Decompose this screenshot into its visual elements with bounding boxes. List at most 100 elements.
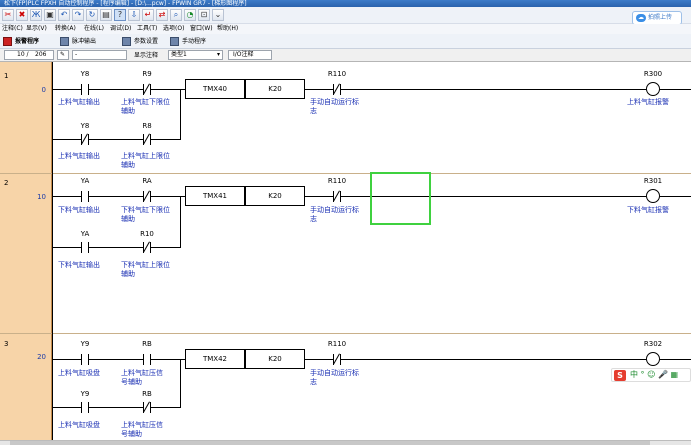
device-label: Y9	[80, 390, 90, 398]
menu-convert[interactable]: 转换(A)	[55, 24, 76, 34]
device-label: R110	[327, 177, 347, 185]
device-comment: 上料气缸输出	[58, 152, 100, 160]
timer-preset[interactable]: K20	[245, 186, 305, 206]
refresh-icon[interactable]: ↻	[86, 9, 98, 21]
horizontal-scrollbar[interactable]	[0, 440, 691, 445]
wire	[660, 196, 691, 197]
step-position-field[interactable]: 10 / 206	[4, 50, 54, 60]
tab-alarm-program[interactable]: 报警程序	[3, 36, 39, 47]
rung-number: 2	[4, 179, 9, 187]
output-coil[interactable]	[646, 352, 660, 366]
rung-separator	[0, 333, 691, 334]
undo-icon[interactable]: ↶	[58, 9, 70, 21]
comment-mode-icon[interactable]: ✎	[57, 50, 69, 60]
timer-instruction[interactable]: TMX41	[185, 186, 245, 206]
tab-pulse-output[interactable]: 脉冲输出	[60, 36, 96, 47]
contact-bar	[143, 354, 144, 365]
step-number: 0	[41, 86, 46, 94]
binary-icon[interactable]: Ж	[30, 9, 42, 21]
contact-bar	[340, 191, 341, 202]
menu-bar: 注释(C) 显示(V) 转换(A) 在线(L) 调试(D) 工具(T) 选项(O…	[0, 24, 691, 34]
wire	[52, 139, 180, 140]
device-comment: 下料气缸输出	[58, 206, 100, 214]
tab-parameter-settings[interactable]: 参数设置	[122, 36, 158, 47]
address-field[interactable]: -	[72, 50, 127, 60]
output-coil[interactable]	[646, 82, 660, 96]
wire	[52, 359, 185, 360]
menu-window[interactable]: 窗口(W)	[190, 24, 213, 34]
main-toolbar: ✂ ✖ Ж ▣ ↶ ↷ ↻ ▤ ? ⇩ ↵ ⇄ ⌕ ◔ ⊡ ⌄ ☁ 拍照上传	[0, 7, 691, 25]
device-label: Y9	[80, 340, 90, 348]
delete-icon[interactable]: ✖	[16, 9, 28, 21]
device-comment: 上料气缸压信 号辅助	[121, 369, 163, 386]
device-comment: 上料气缸报警	[627, 98, 669, 106]
contact-bar	[340, 354, 341, 365]
monitor-icon[interactable]: ▤	[100, 9, 112, 21]
contact-bar	[88, 354, 89, 365]
display-comment-label: 显示注释	[134, 52, 159, 59]
device-comment: 上料气缸吸盘	[58, 369, 100, 377]
device-comment: 上料气缸输出	[58, 98, 100, 106]
device-comment: 上料气缸吸盘	[58, 421, 100, 429]
chevron-down-icon: ▾	[216, 51, 220, 58]
program-icon	[60, 37, 69, 46]
scrollbar-thumb[interactable]	[10, 441, 650, 445]
compile-icon[interactable]: ▣	[44, 9, 56, 21]
jump-icon[interactable]: ↵	[142, 9, 154, 21]
output-coil[interactable]	[646, 189, 660, 203]
program-icon	[122, 37, 131, 46]
device-comment: 下料气缸报警	[627, 206, 669, 214]
arrow-down-icon[interactable]: ⇩	[128, 9, 140, 21]
io-comment-field[interactable]: I/O注释	[228, 50, 272, 60]
step-number: 20	[37, 353, 46, 361]
tab-manual-program[interactable]: 手动程序	[170, 36, 206, 47]
wire	[180, 359, 181, 408]
menu-tools[interactable]: 工具(T)	[137, 24, 157, 34]
comment-type-select[interactable]: 类型1 ▾	[168, 50, 223, 60]
menu-help[interactable]: 帮助(H)	[217, 24, 238, 34]
device-comment: 下料气缸输出	[58, 261, 100, 269]
window-title: 松下(FP)PLC FPXH 自动控制程序 - [程序编辑] - [D:\...…	[0, 0, 691, 7]
edit-cursor[interactable]	[370, 172, 431, 225]
device-comment: 上料气缸上限位 辅助	[121, 152, 170, 169]
menu-comment[interactable]: 注释(C)	[2, 24, 23, 34]
program-tabs: 报警程序 脉冲输出 参数设置 手动程序	[0, 34, 691, 49]
program-icon	[170, 37, 179, 46]
contact-bar	[88, 242, 89, 253]
device-label: R9	[142, 70, 152, 78]
wire	[180, 89, 181, 140]
redo-icon[interactable]: ↷	[72, 9, 84, 21]
ladder-editor[interactable]: 1 0 2 10 3 20 Y8 上料气缸输出 R9 上料气缸下限位 辅助 TM…	[0, 62, 691, 440]
device-comment: 手动自动运行标 志	[310, 206, 359, 223]
timer-preset[interactable]: K20	[245, 349, 305, 369]
cut-icon[interactable]: ✂	[2, 9, 14, 21]
wire	[660, 359, 691, 360]
device-comment: 下料气缸下限位 辅助	[121, 206, 170, 223]
contact-bar	[88, 402, 89, 413]
menu-debug[interactable]: 调试(D)	[110, 24, 131, 34]
more-icon[interactable]: ⌄	[212, 9, 224, 21]
contact-bar	[88, 191, 89, 202]
online-icon[interactable]: ◔	[184, 9, 196, 21]
insert-icon[interactable]: ⇄	[156, 9, 168, 21]
device-label: R301	[643, 177, 663, 185]
program-icon	[3, 37, 12, 46]
contact-bar	[88, 134, 89, 145]
cloud-icon: ☁	[636, 14, 646, 22]
menu-online[interactable]: 在线(L)	[84, 24, 104, 34]
menu-options[interactable]: 选项(O)	[163, 24, 184, 34]
timer-instruction[interactable]: TMX42	[185, 349, 245, 369]
device-label: R302	[643, 340, 663, 348]
contact-bar	[81, 84, 82, 95]
question-icon[interactable]: ?	[114, 9, 126, 21]
cloud-upload-button[interactable]: ☁ 拍照上传	[632, 11, 682, 25]
timer-instruction[interactable]: TMX40	[185, 79, 245, 99]
settings-icon[interactable]: ⊡	[198, 9, 210, 21]
ime-toolbar[interactable]: S 中 ° ☺ 🎤 ▦	[611, 368, 691, 382]
step-number: 10	[37, 193, 46, 201]
wire	[52, 196, 185, 197]
device-label: R300	[643, 70, 663, 78]
search-icon[interactable]: ⌕	[170, 9, 182, 21]
timer-preset[interactable]: K20	[245, 79, 305, 99]
menu-view[interactable]: 显示(V)	[26, 24, 47, 34]
